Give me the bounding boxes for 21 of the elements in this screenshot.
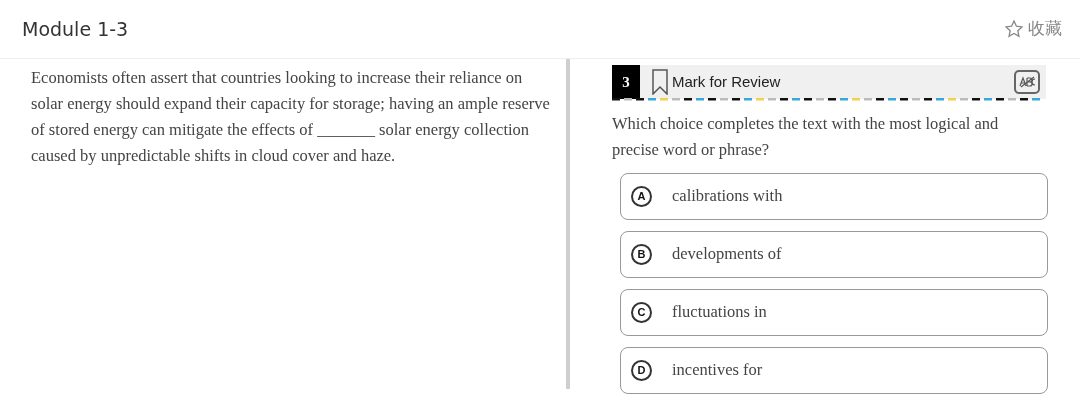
bookmark-icon — [652, 69, 668, 95]
star-icon — [1004, 19, 1024, 39]
answer-option[interactable]: A calibrations with — [620, 173, 1048, 220]
option-text: incentives for — [672, 359, 763, 382]
question-number: 3 — [612, 65, 640, 99]
module-title: Module 1-3 — [22, 16, 129, 42]
option-letter: B — [631, 244, 652, 265]
mark-for-review-button[interactable]: Mark for Review — [652, 69, 781, 95]
question-prompt: Which choice completes the text with the most logical and precise word or phrase? — [612, 113, 1000, 161]
favorite-button[interactable]: 收藏 — [1004, 16, 1062, 42]
option-text: developments of — [672, 243, 782, 266]
option-letter: A — [631, 186, 652, 207]
option-text: fluctuations in — [672, 301, 767, 324]
option-text: calibrations with — [672, 185, 783, 208]
passage-text: Economists often assert that countries looking to increase their reliance on solar energy should expand their capacity for storage; having an ample reserve of stored energy can mitigate the effects of _______ solar energy collection caused by unpredictable shifts in cloud cover and haze. — [31, 67, 551, 167]
answer-option[interactable]: D incentives for — [620, 347, 1048, 394]
answer-option[interactable]: C fluctuations in — [620, 289, 1048, 336]
answer-option[interactable]: B developments of — [620, 231, 1048, 278]
strikethrough-tool-icon[interactable] — [1014, 70, 1040, 94]
option-letter: D — [631, 360, 652, 381]
option-letter: C — [631, 302, 652, 323]
